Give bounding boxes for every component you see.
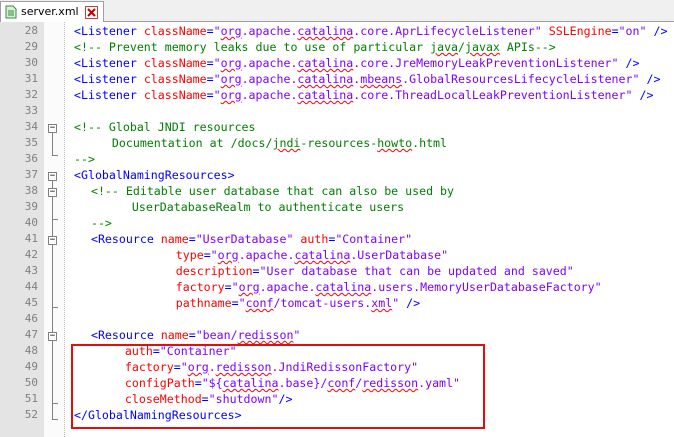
code-line[interactable]: 42 type="org.apache.catalina.UserDatabas… — [0, 247, 674, 263]
code-line[interactable]: 45 pathname="conf/tomcat-users.xml" /> — [0, 295, 674, 311]
code-line[interactable]: 28 <Listener className="org.apache.catali… — [0, 23, 674, 39]
code-text: type="org.apache.catalina.UserDatabase" — [175, 248, 449, 262]
code-text: description="User database that can be u… — [175, 264, 574, 278]
line-number: 42 — [24, 248, 38, 261]
fold-toggle-icon[interactable]: − — [48, 172, 57, 181]
code-text: Documentation at /docs/jndi-resources-ho… — [111, 136, 448, 150]
line-number: 30 — [24, 56, 38, 69]
code-text: <Listener className="org.apache.catalina… — [74, 88, 654, 102]
code-text: <Listener className="org.apache.catalina… — [74, 56, 640, 70]
line-number: 50 — [24, 376, 38, 389]
highlight-box — [71, 344, 485, 429]
code-line[interactable]: 41 <Resource name="UserDatabase" auth="C… — [0, 231, 674, 247]
code-line[interactable]: 47 <Resource name="bean/redisson" — [0, 327, 674, 343]
code-text: --> — [77, 216, 112, 230]
fold-end — [52, 219, 58, 220]
line-number: 41 — [24, 232, 38, 245]
code-line[interactable]: 30 <Listener className="org.apache.catali… — [0, 55, 674, 71]
code-line[interactable]: 35 Documentation at /docs/jndi-resources… — [0, 135, 674, 151]
fold-end — [52, 155, 58, 156]
line-number: 32 — [24, 88, 38, 101]
line-number: 46 — [24, 312, 38, 325]
close-icon[interactable] — [85, 6, 98, 19]
fold-toggle-icon[interactable]: − — [48, 188, 57, 197]
tab-label: server.xml — [21, 5, 79, 18]
line-number: 31 — [24, 72, 38, 85]
line-number: 33 — [24, 104, 38, 117]
line-number: 38 — [24, 184, 38, 197]
code-text: pathname="conf/tomcat-users.xml" /> — [175, 296, 421, 310]
code-line[interactable]: 32 <Listener className="org.apache.catali… — [0, 87, 674, 103]
code-text: <Resource name="UserDatabase" auth="Cont… — [77, 232, 413, 246]
code-line[interactable]: 29 <!-- Prevent memory leaks due to use o… — [0, 39, 674, 55]
fold-end — [52, 419, 58, 420]
fold-line — [52, 181, 53, 419]
code-text: --> — [74, 152, 95, 166]
code-text: <GlobalNamingResources> — [74, 168, 235, 182]
line-number: 43 — [24, 264, 38, 277]
code-line[interactable]: 33 — [0, 103, 674, 119]
fold-toggle-icon[interactable]: − — [48, 124, 57, 133]
line-number: 39 — [24, 200, 38, 213]
line-number: 48 — [24, 344, 38, 357]
code-text: UserDatabaseRealm to authenticate users — [131, 200, 405, 214]
code-line[interactable]: 37 <GlobalNamingResources> — [0, 167, 674, 183]
code-line[interactable]: 39 UserDatabaseRealm to authenticate use… — [0, 199, 674, 215]
code-text: factory="org.apache.catalina.users.Memor… — [175, 280, 602, 294]
fold-toggle-icon[interactable]: − — [48, 332, 57, 341]
code-text: <!-- Prevent memory leaks due to use of … — [74, 40, 556, 54]
code-line[interactable]: 44 factory="org.apache.catalina.users.Me… — [0, 279, 674, 295]
fold-line — [52, 133, 53, 155]
line-number: 49 — [24, 360, 38, 373]
line-number: 34 — [24, 120, 38, 133]
fold-end — [52, 307, 58, 308]
code-line[interactable]: 34 <!-- Global JNDI resources — [0, 119, 674, 135]
line-number: 52 — [24, 408, 38, 421]
tab-bar: server.xml — [0, 0, 674, 22]
code-line[interactable]: 38 <!-- Editable user database that can … — [0, 183, 674, 199]
code-text: <Listener className="org.apache.catalina… — [74, 24, 668, 38]
line-number: 29 — [24, 40, 38, 53]
fold-toggle-icon[interactable]: − — [48, 236, 57, 245]
code-line[interactable]: 36 --> — [0, 151, 674, 167]
line-number: 37 — [24, 168, 38, 181]
file-icon — [5, 5, 17, 19]
code-text: <Resource name="bean/redisson" — [77, 328, 301, 342]
tab-server-xml[interactable]: server.xml — [0, 1, 104, 22]
line-number: 45 — [24, 296, 38, 309]
code-editor[interactable]: 28 <Listener className="org.apache.catali… — [0, 22, 674, 437]
code-line[interactable]: 31 <Listener className="org.apache.catali… — [0, 71, 674, 87]
code-text: <!-- Global JNDI resources — [74, 120, 256, 134]
fold-end — [52, 403, 58, 404]
line-number: 35 — [24, 136, 38, 149]
line-number: 51 — [24, 392, 38, 405]
code-text: <Listener className="org.apache.catalina… — [74, 72, 661, 86]
code-text: <!-- Editable user database that can als… — [77, 184, 455, 198]
line-number: 36 — [24, 152, 38, 165]
line-number: 44 — [24, 280, 38, 293]
code-line[interactable]: 46 — [0, 311, 674, 327]
line-number: 40 — [24, 216, 38, 229]
code-line[interactable]: 40 --> — [0, 215, 674, 231]
line-number: 47 — [24, 328, 38, 341]
code-line[interactable]: 43 description="User database that can b… — [0, 263, 674, 279]
line-number: 28 — [24, 24, 38, 37]
